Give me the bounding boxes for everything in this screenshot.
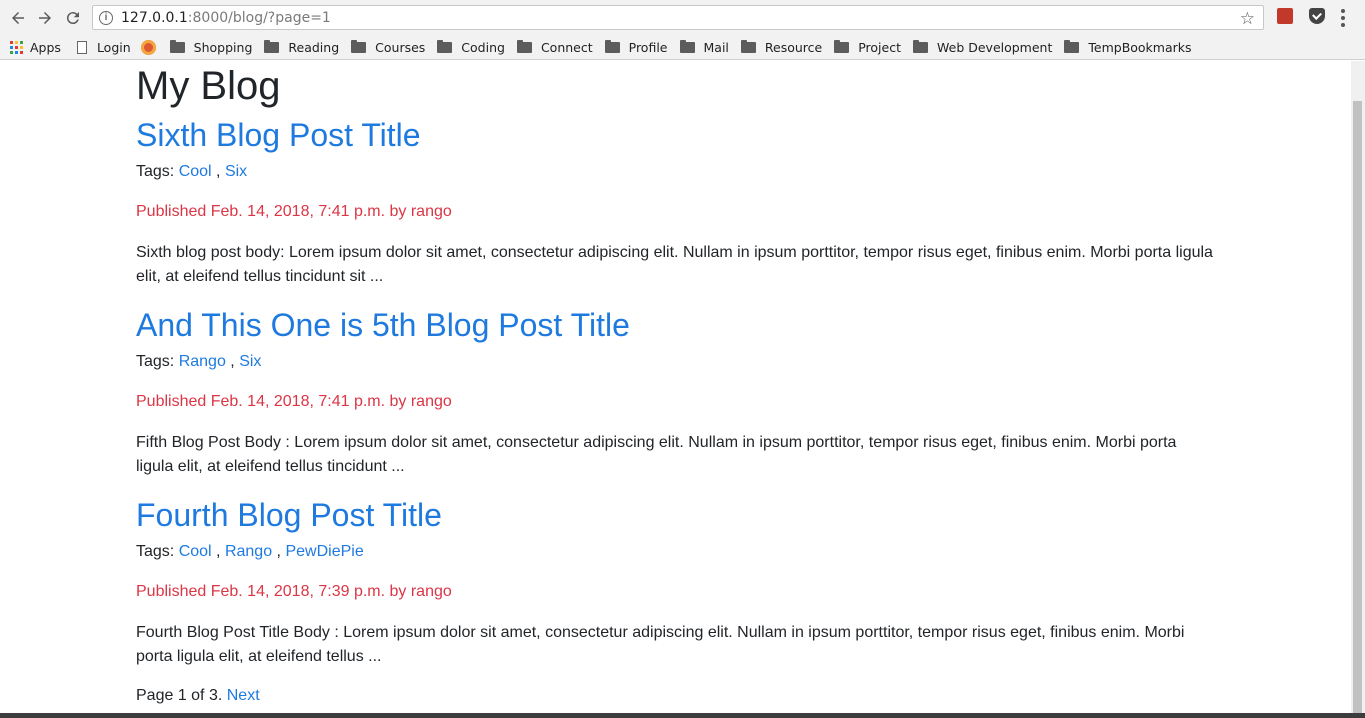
page-icon <box>76 41 87 54</box>
pocket-extension-icon[interactable] <box>1309 8 1325 24</box>
bookmark-label: Profile <box>628 40 668 55</box>
tag-link[interactable]: PewDiePie <box>285 543 363 560</box>
folder-icon <box>516 40 532 53</box>
tags-prefix: Tags: <box>136 163 175 180</box>
forward-arrow-icon <box>39 12 51 24</box>
folder-icon <box>351 40 367 53</box>
bookmark-folder-courses[interactable]: Courses <box>351 40 425 55</box>
blog-post: Sixth Blog Post Title Tags: Cool , Six P… <box>136 116 1218 285</box>
post-published: Published Feb. 14, 2018, 7:39 p.m. by ra… <box>136 583 452 600</box>
bookmarks-bar: Apps Login Shopping Reading Courses Codi… <box>0 36 1365 60</box>
vertical-scrollbar[interactable] <box>1351 61 1365 713</box>
info-icon[interactable]: i <box>99 10 113 25</box>
pagination: Page 1 of 3. Next <box>136 687 260 705</box>
bookmark-folder-shopping[interactable]: Shopping <box>169 40 253 55</box>
bookmark-label: Connect <box>540 40 593 55</box>
bookmark-label: Mail <box>703 40 729 55</box>
page-title: My Blog <box>136 64 281 108</box>
bookmark-folder-resource[interactable]: Resource <box>740 40 823 55</box>
bookmark-folder-web-development[interactable]: Web Development <box>913 40 1052 55</box>
page-content: My Blog Sixth Blog Post Title Tags: Cool… <box>0 61 1351 713</box>
folder-icon <box>1064 40 1080 53</box>
bookmark-label: TempBookmarks <box>1088 40 1192 55</box>
blog-post: Fourth Blog Post Title Tags: Cool , Rang… <box>136 496 1218 665</box>
tag-link[interactable]: Six <box>225 163 247 180</box>
reload-icon <box>66 12 79 25</box>
tags-prefix: Tags: <box>136 353 175 370</box>
bookmark-folder-project[interactable]: Project <box>834 40 901 55</box>
folder-icon <box>834 40 850 53</box>
bookmark-label: Project <box>858 40 901 55</box>
taskbar-strip <box>0 713 1365 718</box>
back-button[interactable] <box>4 4 32 32</box>
folder-icon <box>437 40 453 53</box>
apps-icon <box>10 41 23 54</box>
url-text[interactable]: 127.0.0.1:8000/blog/?page=1 <box>121 10 331 26</box>
bookmark-label: Resource <box>764 40 823 55</box>
bookmark-folder-connect[interactable]: Connect <box>516 40 593 55</box>
bookmark-folder-profile[interactable]: Profile <box>604 40 668 55</box>
scrollbar-thumb[interactable] <box>1353 101 1362 713</box>
bookmark-apps[interactable]: Apps <box>0 40 61 55</box>
bookmark-label: Web Development <box>937 40 1053 55</box>
tags-prefix: Tags: <box>136 543 175 560</box>
bookmark-star-icon[interactable]: ☆ <box>1240 9 1255 29</box>
folder-icon <box>604 40 620 53</box>
tag-link[interactable]: Rango <box>225 543 272 560</box>
url-host: 127.0.0.1 <box>121 9 188 26</box>
folder-icon <box>913 40 928 53</box>
bookmark-label: Coding <box>461 40 505 55</box>
bookmark-folder-reading[interactable]: Reading <box>264 40 339 55</box>
next-page-link[interactable]: Next <box>227 687 260 704</box>
folder-icon <box>169 40 185 53</box>
pagination-status: Page 1 of 3. <box>136 687 223 704</box>
tag-link[interactable]: Six <box>239 353 261 370</box>
bookmark-label: Courses <box>375 40 426 55</box>
forward-button[interactable] <box>31 4 59 32</box>
browser-menu-icon[interactable] <box>1341 9 1345 27</box>
bookmark-login[interactable]: Login <box>76 40 131 55</box>
bookmark-duckduckgo[interactable] <box>140 40 164 55</box>
bookmark-folder-mail[interactable]: Mail <box>679 40 729 55</box>
bookmark-label: Reading <box>288 40 340 55</box>
blog-post: And This One is 5th Blog Post Title Tags… <box>136 306 1218 475</box>
duckduckgo-icon <box>140 40 156 55</box>
post-tags: Tags: Cool , Six <box>136 163 248 180</box>
bookmark-folder-tempbookmarks[interactable]: TempBookmarks <box>1064 40 1192 55</box>
post-tags: Tags: Cool , Rango , PewDiePie <box>136 543 364 560</box>
folder-icon <box>264 40 280 53</box>
bookmark-label: Login <box>96 40 131 55</box>
browser-toolbar: i 127.0.0.1:8000/blog/?page=1 ☆ <box>0 0 1365 36</box>
bookmark-label: Shopping <box>193 40 253 55</box>
tag-link[interactable]: Rango <box>179 353 226 370</box>
folder-icon <box>679 40 695 53</box>
post-title-link[interactable]: And This One is 5th Blog Post Title <box>136 306 1218 344</box>
post-body: Fifth Blog Post Body : Lorem ipsum dolor… <box>136 434 1177 475</box>
post-published: Published Feb. 14, 2018, 7:41 p.m. by ra… <box>136 203 452 220</box>
book-extension-icon[interactable] <box>1277 8 1293 24</box>
tag-link[interactable]: Cool <box>179 543 212 560</box>
bookmark-folder-coding[interactable]: Coding <box>437 40 505 55</box>
post-body: Sixth blog post body: Lorem ipsum dolor … <box>136 244 1213 285</box>
url-path: :8000/blog/?page=1 <box>187 9 331 26</box>
reload-button[interactable] <box>59 4 87 32</box>
post-tags: Tags: Rango , Six <box>136 353 262 370</box>
post-title-link[interactable]: Fourth Blog Post Title <box>136 496 1218 534</box>
post-published: Published Feb. 14, 2018, 7:41 p.m. by ra… <box>136 393 452 410</box>
folder-icon <box>740 40 756 53</box>
back-arrow-icon <box>12 12 24 24</box>
tag-link[interactable]: Cool <box>179 163 212 180</box>
post-body: Fourth Blog Post Title Body : Lorem ipsu… <box>136 624 1185 665</box>
post-title-link[interactable]: Sixth Blog Post Title <box>136 116 1218 154</box>
bookmark-label: Apps <box>30 40 61 55</box>
address-bar[interactable]: i 127.0.0.1:8000/blog/?page=1 ☆ <box>92 5 1264 30</box>
